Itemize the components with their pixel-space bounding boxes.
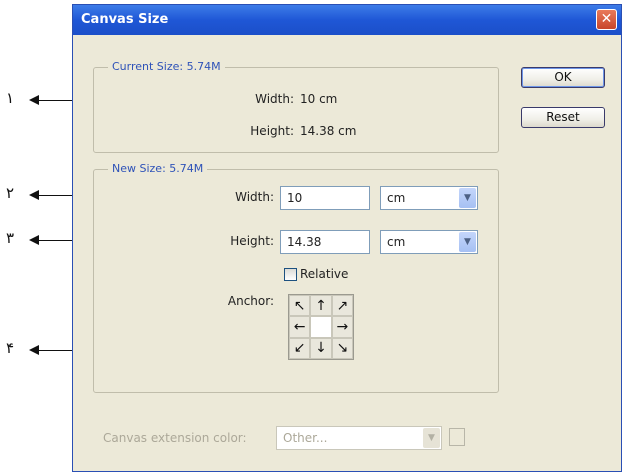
- current-width-value: 10 cm: [300, 92, 338, 106]
- close-button[interactable]: ✕: [596, 9, 617, 30]
- new-size-legend: New Size: 5.74M: [108, 162, 208, 175]
- anchor-arrow-down-icon[interactable]: ↓: [310, 337, 332, 359]
- canvas-size-dialog: Canvas Size ✕ OK Reset Current Size: 5.7…: [72, 4, 622, 472]
- current-width-label: Width:: [255, 92, 294, 106]
- callout-number: ٣: [6, 229, 15, 247]
- anchor-grid[interactable]: ↖ ↑ ↗ ← → ↙ ↓ ↘: [288, 294, 354, 360]
- anchor-arrow-down-right-icon[interactable]: ↘: [331, 337, 353, 359]
- callout-number: ۴: [6, 339, 15, 357]
- anchor-arrow-right-icon[interactable]: →: [331, 316, 353, 338]
- extension-color-swatch: [449, 428, 465, 446]
- current-height-value: 14.38 cm: [300, 124, 357, 138]
- current-size-group: Current Size: 5.74M Width: 10 cm Height:…: [93, 60, 499, 153]
- anchor-center[interactable]: [310, 316, 332, 338]
- callout-number: ٢: [6, 184, 15, 202]
- height-unit-value: cm: [387, 235, 406, 249]
- close-icon: ✕: [600, 11, 613, 27]
- chevron-down-icon: ▼: [423, 428, 440, 448]
- callout-number: ١: [6, 89, 15, 107]
- extension-color-label: Canvas extension color:: [103, 431, 247, 445]
- relative-checkbox[interactable]: [284, 268, 297, 281]
- width-unit-select[interactable]: cm ▼: [380, 186, 478, 210]
- ok-button[interactable]: OK: [521, 67, 605, 88]
- anchor-arrow-up-left-icon[interactable]: ↖: [289, 295, 311, 317]
- title-bar[interactable]: Canvas Size ✕: [73, 5, 621, 35]
- anchor-arrow-left-icon[interactable]: ←: [289, 316, 311, 338]
- chevron-down-icon[interactable]: ▼: [459, 188, 476, 208]
- relative-label[interactable]: Relative: [300, 267, 348, 281]
- new-height-label: Height:: [230, 234, 274, 248]
- extension-color-value: Other...: [283, 431, 328, 445]
- anchor-arrow-down-left-icon[interactable]: ↙: [289, 337, 311, 359]
- dialog-title: Canvas Size: [81, 12, 169, 27]
- anchor-arrow-up-right-icon[interactable]: ↗: [331, 295, 353, 317]
- height-input[interactable]: 14.38: [280, 230, 370, 254]
- anchor-arrow-up-icon[interactable]: ↑: [310, 295, 332, 317]
- new-width-label: Width:: [235, 190, 274, 204]
- width-input[interactable]: 10: [280, 186, 370, 210]
- anchor-label: Anchor:: [227, 294, 274, 308]
- chevron-down-icon[interactable]: ▼: [459, 232, 476, 252]
- current-size-legend: Current Size: 5.74M: [108, 60, 225, 73]
- reset-button[interactable]: Reset: [521, 107, 605, 128]
- current-height-label: Height:: [250, 124, 294, 138]
- extension-color-select: Other... ▼: [276, 426, 442, 450]
- height-unit-select[interactable]: cm ▼: [380, 230, 478, 254]
- width-unit-value: cm: [387, 191, 406, 205]
- new-size-group: New Size: 5.74M Width: 10 cm ▼ Height: 1…: [93, 162, 499, 393]
